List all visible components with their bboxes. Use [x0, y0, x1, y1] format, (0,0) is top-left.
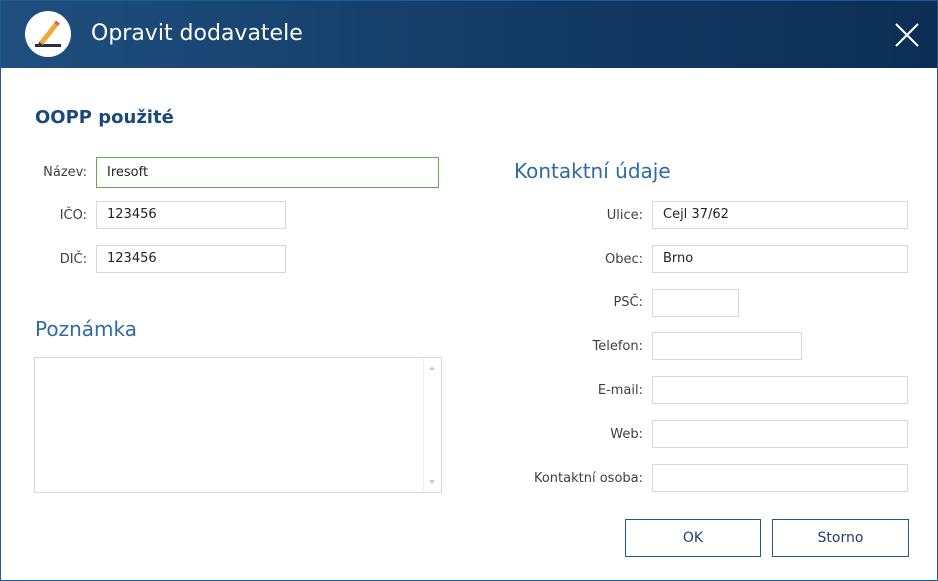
ulice-label: Ulice:	[606, 208, 643, 223]
nazev-input[interactable]: Iresoft	[96, 157, 439, 188]
web-label: Web:	[610, 427, 643, 442]
web-input[interactable]	[652, 420, 908, 448]
poznamka-textarea[interactable]	[34, 357, 442, 493]
close-icon[interactable]	[889, 17, 925, 53]
telefon-label: Telefon:	[592, 339, 644, 354]
ico-input[interactable]: 123456	[96, 201, 286, 229]
dialog-title: Opravit dodavatele	[91, 21, 303, 46]
ico-label: IČO:	[59, 208, 87, 223]
obec-label: Obec:	[604, 252, 643, 267]
contact-heading: Kontaktní údaje	[514, 159, 671, 183]
email-label: E-mail:	[597, 383, 643, 398]
psc-input[interactable]	[652, 289, 739, 317]
kontaktni-osoba-label: Kontaktní osoba:	[533, 471, 643, 486]
cancel-button[interactable]: Storno	[772, 519, 909, 557]
poznamka-heading: Poznámka	[35, 317, 137, 341]
nazev-label: Název:	[43, 165, 87, 180]
scroll-down-icon[interactable]	[429, 480, 435, 484]
email-input[interactable]	[652, 376, 908, 404]
title-bar: Opravit dodavatele	[1, 1, 937, 68]
dic-label: DIČ:	[59, 252, 87, 267]
pencil-icon	[25, 11, 71, 57]
poznamka-text	[35, 358, 441, 370]
textarea-scrollbar[interactable]	[423, 358, 441, 492]
dic-input[interactable]: 123456	[96, 245, 286, 273]
edit-supplier-dialog: Opravit dodavatele OOPP použité Název: I…	[0, 0, 938, 581]
ok-button[interactable]: OK	[625, 519, 761, 557]
psc-label: PSČ:	[613, 295, 643, 310]
section-title: OOPP použité	[35, 107, 174, 128]
kontaktni-osoba-input[interactable]	[652, 464, 908, 492]
ulice-input[interactable]: Cejl 37/62	[652, 201, 908, 229]
obec-input[interactable]: Brno	[652, 245, 908, 273]
telefon-input[interactable]	[652, 332, 802, 360]
scroll-up-icon[interactable]	[429, 366, 435, 370]
